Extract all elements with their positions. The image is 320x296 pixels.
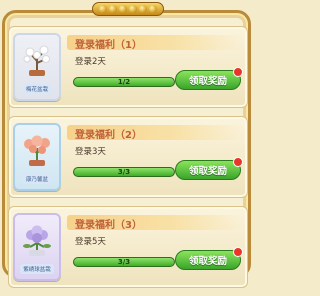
progress-bar: 3/3	[73, 257, 175, 267]
reward-item-card[interactable]: 康乃馨盆	[13, 123, 61, 191]
reward-title: 登录福利（3）	[75, 220, 142, 231]
reward-title: 登录福利（1）	[75, 40, 142, 51]
top-ornament	[92, 2, 164, 16]
claim-reward-button[interactable]: 领取奖励	[175, 157, 243, 180]
carnation-bonsai-icon	[24, 135, 50, 166]
card-label: 梅花盆栽	[22, 84, 51, 94]
reward-title: 登录福利（2）	[75, 130, 142, 141]
reward-item-card[interactable]: 梅花盆栽	[13, 33, 61, 101]
hydrangea-bonsai-icon	[23, 225, 51, 256]
reward-requirement: 登录5天	[75, 237, 106, 247]
claim-reward-button[interactable]: 领取奖励	[175, 67, 243, 90]
claim-reward-button[interactable]: 领取奖励	[175, 247, 243, 270]
progress-text: 1/2	[117, 78, 131, 86]
reward-row: 康乃馨盆 登录福利（2） 登录3天 3/3 领取奖励	[8, 116, 248, 198]
progress-text: 3/3	[117, 168, 131, 176]
reward-row: 梅花盆栽 登录福利（1） 登录2天 1/2 领取奖励	[8, 26, 248, 108]
progress-text: 3/3	[117, 258, 131, 266]
reward-row: 紫绣球盆栽 登录福利（3） 登录5天 3/3 领取奖励	[8, 206, 248, 288]
claim-button-label: 领取奖励	[188, 76, 227, 87]
claim-button-label: 领取奖励	[188, 166, 227, 177]
reward-list: 梅花盆栽 登录福利（1） 登录2天 1/2 领取奖励 康乃馨盆 登录福利（2） …	[8, 26, 248, 296]
reward-requirement: 登录2天	[75, 57, 106, 67]
card-label: 紫绣球盆栽	[20, 264, 54, 274]
notification-dot-icon	[233, 67, 243, 77]
card-label: 康乃馨盆	[22, 174, 51, 184]
progress-bar: 1/2	[73, 77, 175, 87]
reward-requirement: 登录3天	[75, 147, 106, 157]
progress-bar: 3/3	[73, 167, 175, 177]
plum-bonsai-icon	[23, 45, 50, 76]
reward-item-card[interactable]: 紫绣球盆栽	[13, 213, 61, 281]
notification-dot-icon	[233, 247, 243, 257]
claim-button-label: 领取奖励	[188, 256, 227, 267]
notification-dot-icon	[233, 157, 243, 167]
